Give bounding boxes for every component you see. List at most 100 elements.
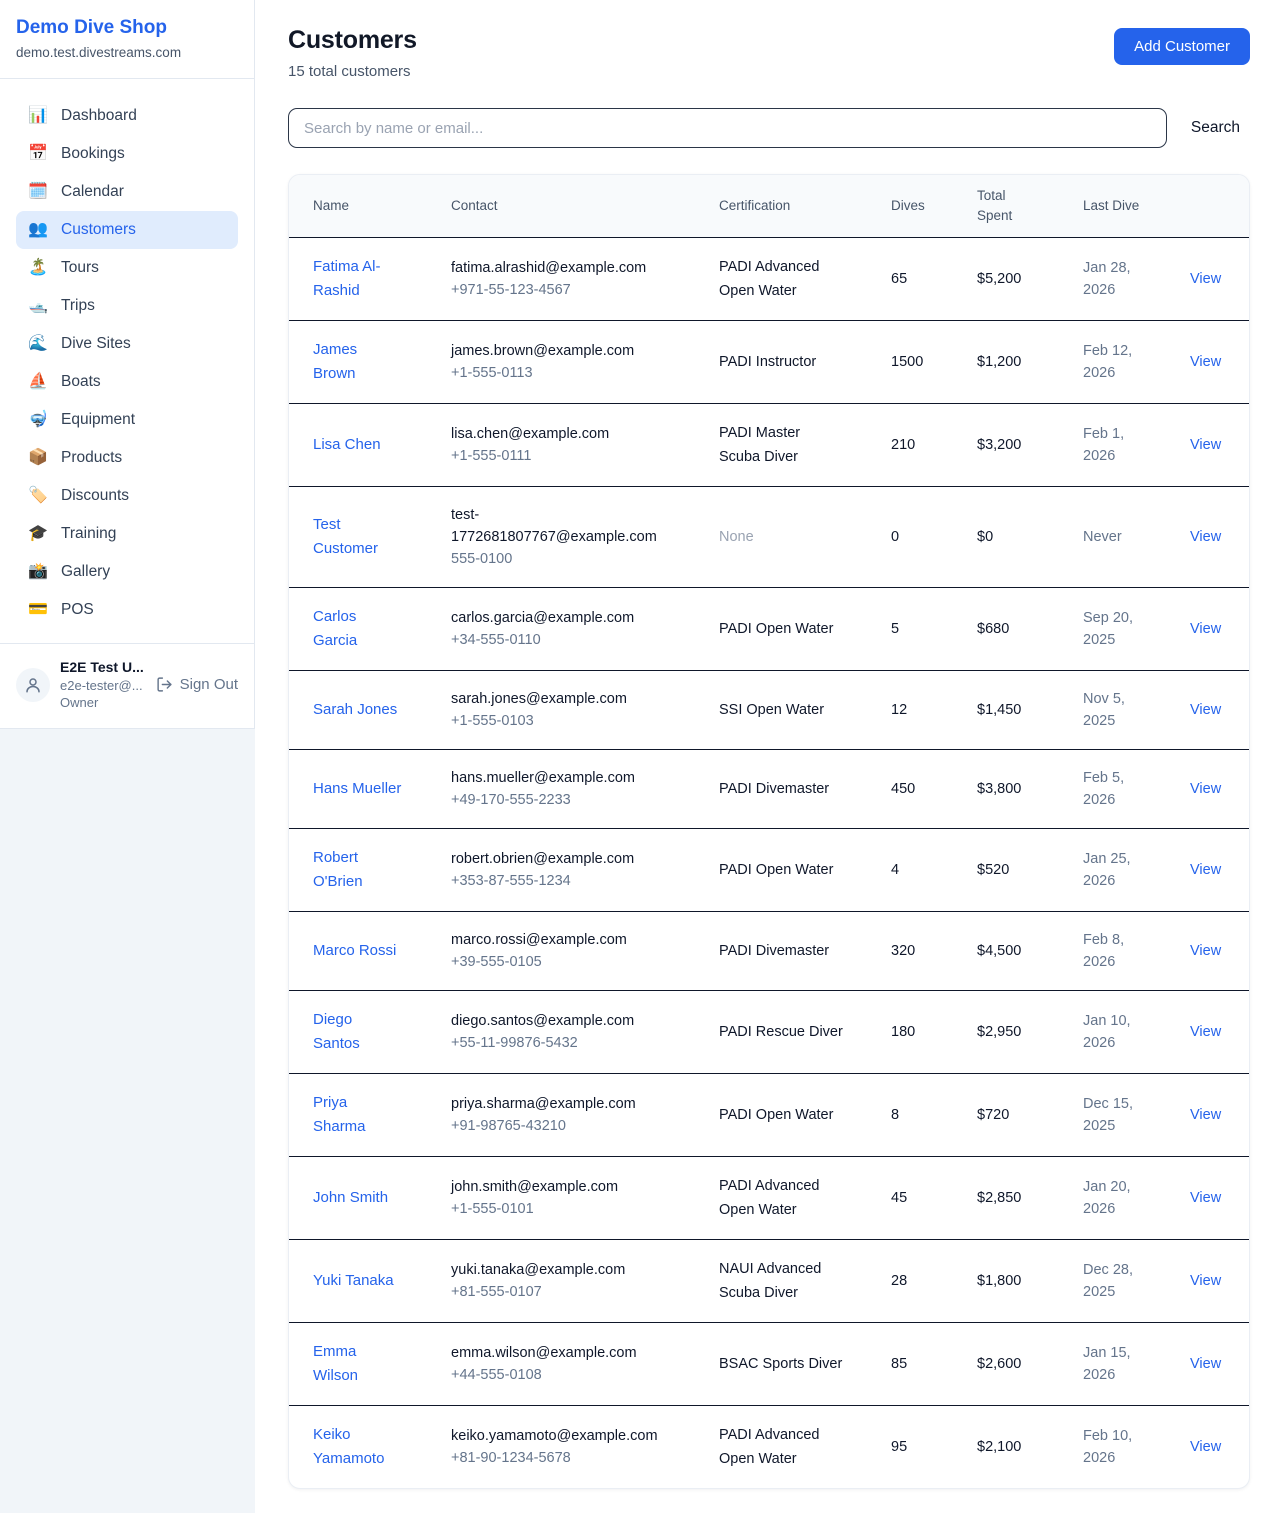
cell-action: View: [1166, 1240, 1249, 1323]
customer-name-link[interactable]: Yuki Tanaka: [313, 1269, 394, 1293]
sidebar-item-label: Gallery: [61, 563, 110, 581]
sidebar-item-gallery[interactable]: 📸Gallery: [16, 553, 238, 591]
customer-total-spent: $3,800: [953, 750, 1059, 829]
customer-name-link[interactable]: Lisa Chen: [313, 433, 381, 457]
customer-name-link[interactable]: James Brown: [313, 338, 403, 386]
customer-name-link[interactable]: Test Customer: [313, 513, 403, 561]
customer-name-link[interactable]: Robert O'Brien: [313, 846, 403, 894]
sidebar-item-boats[interactable]: ⛵Boats: [16, 363, 238, 401]
sidebar-item-customers[interactable]: 👥Customers: [16, 211, 238, 249]
customer-last-dive: Feb 5, 2026: [1059, 750, 1166, 829]
cell-certification: PADI Open Water: [695, 1074, 867, 1157]
sidebar-item-products[interactable]: 📦Products: [16, 439, 238, 477]
sidebar-item-label: POS: [61, 601, 94, 619]
page-header: Customers 15 total customers Add Custome…: [288, 26, 1250, 80]
sign-out-button[interactable]: Sign Out: [156, 676, 238, 693]
customer-email: yuki.tanaka@example.com: [451, 1259, 671, 1281]
view-customer-link[interactable]: View: [1190, 621, 1221, 637]
cell-contact: priya.sharma@example.com+91-98765-43210: [427, 1074, 695, 1157]
customer-email: lisa.chen@example.com: [451, 423, 671, 445]
table-row: John Smith john.smith@example.com+1-555-0…: [289, 1157, 1249, 1240]
customer-name-link[interactable]: Diego Santos: [313, 1008, 403, 1056]
customer-total-spent: $0: [953, 487, 1059, 588]
cell-contact: emma.wilson@example.com+44-555-0108: [427, 1323, 695, 1406]
customer-total-spent: $1,800: [953, 1240, 1059, 1323]
island-icon: 🏝️: [28, 260, 48, 276]
view-customer-link[interactable]: View: [1190, 781, 1221, 797]
customer-name-link[interactable]: Emma Wilson: [313, 1340, 403, 1388]
customer-total-spent: $2,850: [953, 1157, 1059, 1240]
cell-action: View: [1166, 487, 1249, 588]
view-customer-link[interactable]: View: [1190, 1190, 1221, 1206]
cell-contact: lisa.chen@example.com+1-555-0111: [427, 404, 695, 487]
customer-email: john.smith@example.com: [451, 1176, 671, 1198]
cell-name: Emma Wilson: [289, 1323, 427, 1406]
view-customer-link[interactable]: View: [1190, 1356, 1221, 1372]
sidebar-item-label: Dashboard: [61, 107, 137, 125]
view-customer-link[interactable]: View: [1190, 702, 1221, 718]
customer-certification: PADI Master Scuba Diver: [719, 425, 800, 465]
cell-contact: john.smith@example.com+1-555-0101: [427, 1157, 695, 1240]
label-tag-icon: 🏷️: [28, 488, 48, 504]
cell-action: View: [1166, 750, 1249, 829]
view-customer-link[interactable]: View: [1190, 862, 1221, 878]
sidebar-item-label: Calendar: [61, 183, 124, 201]
sidebar-item-training[interactable]: 🎓Training: [16, 515, 238, 553]
customer-last-dive: Jan 28, 2026: [1059, 238, 1166, 321]
cell-certification: PADI Divemaster: [695, 750, 867, 829]
view-customer-link[interactable]: View: [1190, 354, 1221, 370]
sidebar-item-trips[interactable]: 🛥️Trips: [16, 287, 238, 325]
page-title-block: Customers 15 total customers: [288, 26, 417, 80]
cell-action: View: [1166, 912, 1249, 991]
search-button[interactable]: Search: [1181, 111, 1250, 145]
customer-name-link[interactable]: Hans Mueller: [313, 777, 401, 801]
sidebar-item-discounts[interactable]: 🏷️Discounts: [16, 477, 238, 515]
cell-contact: marco.rossi@example.com+39-555-0105: [427, 912, 695, 991]
view-customer-link[interactable]: View: [1190, 437, 1221, 453]
cell-name: Robert O'Brien: [289, 829, 427, 912]
cell-certification: PADI Open Water: [695, 829, 867, 912]
customer-name-link[interactable]: Priya Sharma: [313, 1091, 403, 1139]
customer-name-link[interactable]: Sarah Jones: [313, 698, 397, 722]
view-customer-link[interactable]: View: [1190, 1439, 1221, 1455]
view-customer-link[interactable]: View: [1190, 271, 1221, 287]
sidebar-item-dive-sites[interactable]: 🌊Dive Sites: [16, 325, 238, 363]
sidebar-item-equipment[interactable]: 🤿Equipment: [16, 401, 238, 439]
customer-name-link[interactable]: Marco Rossi: [313, 939, 396, 963]
view-customer-link[interactable]: View: [1190, 1024, 1221, 1040]
sidebar-item-pos[interactable]: 💳POS: [16, 591, 238, 629]
sidebar-item-dashboard[interactable]: 📊Dashboard: [16, 97, 238, 135]
view-customer-link[interactable]: View: [1190, 943, 1221, 959]
cell-certification: PADI Advanced Open Water: [695, 238, 867, 321]
customer-name-link[interactable]: John Smith: [313, 1186, 388, 1210]
customer-certification: PADI Open Water: [719, 1107, 833, 1123]
customer-name-link[interactable]: Carlos Garcia: [313, 605, 403, 653]
customer-last-dive: Jan 20, 2026: [1059, 1157, 1166, 1240]
cell-action: View: [1166, 1074, 1249, 1157]
customer-certification: PADI Divemaster: [719, 943, 829, 959]
column-header-last-dive: Last Dive: [1059, 175, 1166, 238]
customer-name-link[interactable]: Fatima Al-Rashid: [313, 255, 403, 303]
customers-table-card: NameContactCertificationDivesTotal Spent…: [288, 174, 1250, 1489]
customer-certification: PADI Advanced Open Water: [719, 1427, 820, 1467]
customer-email: emma.wilson@example.com: [451, 1342, 671, 1364]
view-customer-link[interactable]: View: [1190, 1273, 1221, 1289]
sidebar-item-bookings[interactable]: 📅Bookings: [16, 135, 238, 173]
cell-name: James Brown: [289, 321, 427, 404]
customer-name-link[interactable]: Keiko Yamamoto: [313, 1423, 403, 1471]
customer-last-dive: Feb 10, 2026: [1059, 1406, 1166, 1489]
customer-dives: 12: [867, 671, 953, 750]
sidebar-item-tours[interactable]: 🏝️Tours: [16, 249, 238, 287]
customer-last-dive: Never: [1059, 487, 1166, 588]
customer-last-dive: Sep 20, 2025: [1059, 588, 1166, 671]
view-customer-link[interactable]: View: [1190, 1107, 1221, 1123]
add-customer-button[interactable]: Add Customer: [1114, 28, 1250, 65]
sidebar-item-calendar[interactable]: 🗓️Calendar: [16, 173, 238, 211]
customer-last-dive: Feb 8, 2026: [1059, 912, 1166, 991]
column-header-certification: Certification: [695, 175, 867, 238]
customer-certification: PADI Open Water: [719, 862, 833, 878]
search-input[interactable]: [288, 108, 1167, 148]
view-customer-link[interactable]: View: [1190, 529, 1221, 545]
calendar-date-icon: 📅: [28, 146, 48, 162]
cell-contact: diego.santos@example.com+55-11-99876-543…: [427, 991, 695, 1074]
